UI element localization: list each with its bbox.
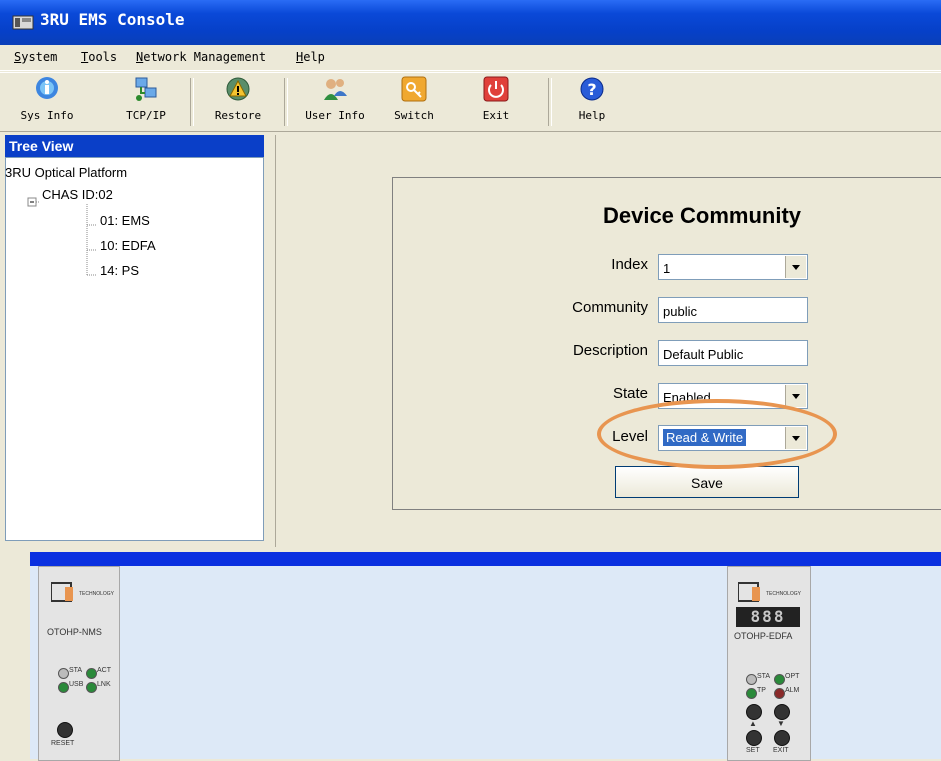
highlight-annotation bbox=[597, 399, 837, 469]
sta-led bbox=[746, 674, 757, 685]
tree-view-header: Tree View bbox=[5, 135, 264, 157]
index-select[interactable]: 1 bbox=[658, 254, 808, 280]
save-button[interactable]: Save bbox=[615, 466, 799, 498]
alm-led bbox=[774, 688, 785, 699]
exit-module-label: EXIT bbox=[773, 747, 789, 754]
nms-module-name: OTOHP-NMS bbox=[47, 627, 102, 637]
menu-system[interactable]: System bbox=[14, 50, 57, 64]
toolbar-separator bbox=[284, 78, 288, 126]
led-label: OPT bbox=[785, 673, 800, 680]
app-icon bbox=[12, 15, 34, 30]
tree-chassis-node[interactable]: CHAS ID:02 bbox=[42, 187, 113, 202]
reset-button[interactable] bbox=[57, 722, 73, 738]
tp-led bbox=[746, 688, 757, 699]
tree-card-ps[interactable]: 14: PS bbox=[100, 263, 139, 278]
user-info-button[interactable]: User Info bbox=[298, 76, 372, 128]
led-label: ALM bbox=[785, 687, 800, 694]
switch-button[interactable]: Switch bbox=[386, 76, 442, 128]
community-label: Community bbox=[572, 299, 648, 316]
network-icon bbox=[135, 77, 157, 101]
warning-restore-icon bbox=[226, 77, 250, 101]
chevron-down-icon[interactable] bbox=[785, 385, 806, 407]
tcp-ip-button[interactable]: TCP/IP bbox=[122, 76, 170, 128]
reset-label: RESET bbox=[51, 740, 75, 747]
down-button[interactable] bbox=[774, 704, 790, 720]
sys-info-button[interactable]: Sys Info bbox=[17, 76, 77, 128]
arrow-up-icon: ▲ bbox=[749, 719, 757, 728]
help-icon: ? bbox=[580, 77, 604, 101]
usb-led bbox=[58, 682, 69, 693]
users-icon bbox=[324, 79, 347, 100]
description-label: Description bbox=[572, 342, 648, 359]
key-icon bbox=[401, 76, 427, 102]
edfa-module-name: OTOHP-EDFA bbox=[734, 631, 793, 641]
description-value: Default Public bbox=[663, 347, 744, 362]
led-label: LNK bbox=[97, 681, 111, 688]
up-button[interactable] bbox=[746, 704, 762, 720]
edfa-display: 888 bbox=[736, 607, 800, 627]
led-label: USB bbox=[69, 681, 84, 688]
led-label: STA bbox=[69, 667, 83, 674]
exit-button[interactable]: Exit bbox=[476, 76, 516, 128]
set-label: SET bbox=[746, 747, 760, 754]
index-label: Index bbox=[611, 256, 648, 273]
community-input[interactable]: public bbox=[658, 297, 808, 323]
tcp-ip-label: TCP/IP bbox=[126, 109, 166, 122]
edfa-logo-text: TECHNOLOGY bbox=[766, 591, 802, 597]
lnk-led bbox=[86, 682, 97, 693]
window-title: 3RU EMS Console bbox=[40, 10, 185, 29]
description-input[interactable]: Default Public bbox=[658, 340, 808, 366]
switch-label: Switch bbox=[394, 109, 434, 122]
chevron-down-icon[interactable] bbox=[785, 256, 806, 278]
chassis-header-bar bbox=[30, 552, 941, 566]
power-icon bbox=[483, 76, 509, 102]
index-value: 1 bbox=[663, 261, 671, 276]
community-value: public bbox=[663, 304, 697, 319]
logo-icon bbox=[51, 582, 73, 602]
nms-logo-text: TECHNOLOGY bbox=[79, 591, 115, 597]
pane-splitter[interactable] bbox=[264, 135, 276, 547]
toolbar-separator bbox=[548, 78, 552, 126]
nms-module[interactable]: TECHNOLOGY OTOHP-NMS STA ACT USB LNK RES… bbox=[38, 566, 120, 761]
tree-card-ems[interactable]: 01: EMS bbox=[100, 213, 150, 228]
opt-led bbox=[774, 674, 785, 685]
arrow-down-icon: ▼ bbox=[777, 719, 785, 728]
toolbar-separator bbox=[190, 78, 194, 126]
act-led bbox=[86, 668, 97, 679]
sys-info-label: Sys Info bbox=[20, 109, 74, 122]
menu-tools[interactable]: Tools bbox=[81, 50, 117, 64]
tree-card-edfa[interactable]: 10: EDFA bbox=[100, 238, 156, 253]
user-info-label: User Info bbox=[305, 109, 365, 122]
led-label: TP bbox=[757, 687, 766, 694]
sta-led bbox=[58, 668, 69, 679]
menu-network-management[interactable]: Network Management bbox=[136, 50, 266, 64]
exit-module-button[interactable] bbox=[774, 730, 790, 746]
restore-button[interactable]: Restore bbox=[210, 76, 266, 128]
logo-icon bbox=[738, 582, 760, 602]
bottom-left-strip bbox=[0, 545, 30, 759]
help-button[interactable]: ? Help bbox=[570, 76, 614, 128]
info-globe-icon bbox=[36, 77, 58, 99]
form-title: Device Community bbox=[602, 203, 802, 228]
svg-text:?: ? bbox=[587, 80, 596, 99]
restore-label: Restore bbox=[214, 109, 262, 122]
exit-label: Exit bbox=[482, 109, 510, 122]
help-label: Help bbox=[578, 109, 606, 122]
set-button[interactable] bbox=[746, 730, 762, 746]
led-label: ACT bbox=[97, 667, 111, 674]
state-label: State bbox=[612, 385, 648, 402]
led-label: STA bbox=[757, 673, 771, 680]
edfa-module[interactable]: TECHNOLOGY 888 OTOHP-EDFA STA OPT TP ALM… bbox=[727, 566, 811, 761]
tree-root-node[interactable]: 3RU Optical Platform bbox=[5, 165, 127, 180]
menu-help[interactable]: Help bbox=[296, 50, 325, 64]
